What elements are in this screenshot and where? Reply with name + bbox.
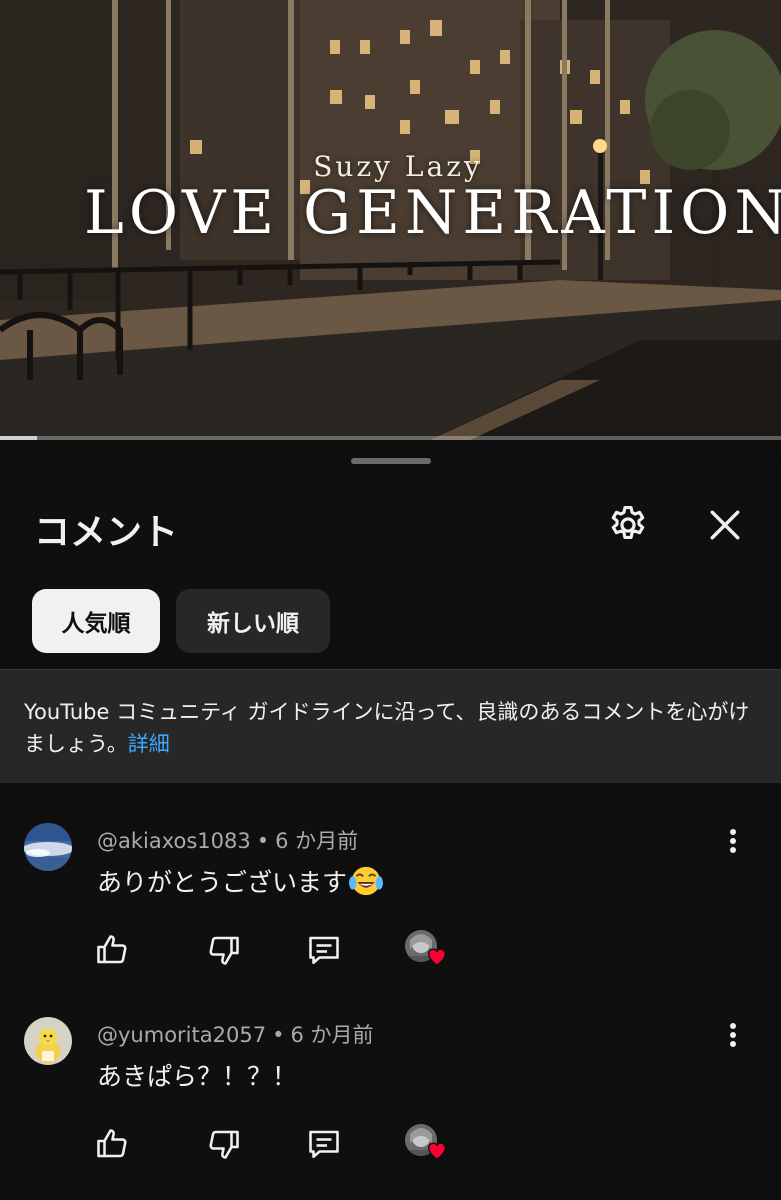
comment-body: ありがとうございます bbox=[97, 868, 348, 897]
community-guideline-notice: YouTube コミュニティ ガイドラインに沿って、良識のあるコメントを心がけま… bbox=[0, 669, 781, 783]
video-progress-fill bbox=[0, 436, 38, 440]
comments-title: コメント bbox=[34, 512, 179, 553]
video-progress-bar[interactable] bbox=[0, 436, 781, 440]
sort-chip-newest[interactable]: 新しい順 bbox=[176, 589, 330, 653]
comment-more-button[interactable] bbox=[716, 1015, 750, 1055]
comment-author[interactable]: @yumorita2057 bbox=[97, 1023, 266, 1047]
heart-icon bbox=[428, 948, 446, 967]
comment-item: @yumorita2057 • 6 か月前 あきぱら？！？！ bbox=[0, 1007, 781, 1197]
avatar[interactable] bbox=[24, 1017, 72, 1065]
like-button[interactable] bbox=[87, 1119, 137, 1169]
more-vertical-icon bbox=[730, 1023, 736, 1047]
dislike-button[interactable] bbox=[199, 925, 249, 975]
more-vertical-icon bbox=[730, 829, 736, 853]
video-player[interactable]: Suzy Lazy LOVE GENERATION bbox=[0, 0, 781, 440]
comment-meta: @akiaxos1083 • 6 か月前 bbox=[97, 825, 358, 855]
comment-actions bbox=[0, 925, 781, 975]
settings-button[interactable] bbox=[600, 497, 656, 553]
comments-sheet: コメント 人気順 新しい順 YouTube コミュニティ ガイドラインに沿って、… bbox=[0, 441, 781, 1200]
like-button[interactable] bbox=[87, 925, 137, 975]
gear-icon bbox=[611, 506, 645, 540]
avatar-sky-image bbox=[24, 823, 72, 871]
video-title-overlay: LOVE GENERATION bbox=[84, 178, 781, 248]
heart-icon bbox=[428, 1142, 446, 1161]
reply-comment-icon bbox=[309, 1130, 339, 1159]
sort-chip-popular[interactable]: 人気順 bbox=[32, 589, 160, 653]
sheet-drag-handle[interactable] bbox=[351, 458, 431, 464]
comment-text: あきぱら？！？！ bbox=[97, 1057, 297, 1093]
comment-more-button[interactable] bbox=[716, 821, 750, 861]
thumbs-down-icon bbox=[209, 936, 239, 965]
creator-heart-badge bbox=[401, 928, 451, 974]
reply-button[interactable] bbox=[299, 925, 349, 975]
tears-of-joy-emoji-icon bbox=[349, 866, 384, 896]
comment-item: @akiaxos1083 • 6 か月前 ありがとうございます bbox=[0, 813, 781, 1003]
creator-heart-badge bbox=[401, 1122, 451, 1168]
close-icon bbox=[710, 510, 740, 540]
comment-author[interactable]: @akiaxos1083 bbox=[97, 829, 251, 853]
dislike-button[interactable] bbox=[199, 1119, 249, 1169]
meta-separator: • bbox=[272, 1023, 285, 1047]
comment-body: あきぱら？！？！ bbox=[97, 1062, 298, 1091]
comment-actions bbox=[0, 1119, 781, 1169]
avatar[interactable] bbox=[24, 823, 72, 871]
close-button[interactable] bbox=[697, 497, 753, 553]
avatar-chick-image bbox=[24, 1017, 72, 1065]
guideline-details-link[interactable]: 詳細 bbox=[128, 732, 170, 756]
reply-button[interactable] bbox=[299, 1119, 349, 1169]
meta-separator: • bbox=[256, 829, 270, 853]
comment-meta: @yumorita2057 • 6 か月前 bbox=[97, 1019, 374, 1049]
comment-time: 6 か月前 bbox=[290, 1023, 374, 1047]
comment-text: ありがとうございます bbox=[97, 863, 384, 899]
thumbs-down-icon bbox=[209, 1130, 239, 1159]
reply-comment-icon bbox=[309, 936, 339, 965]
thumbs-up-icon bbox=[97, 935, 127, 964]
thumbs-up-icon bbox=[97, 1129, 127, 1158]
comment-time: 6 か月前 bbox=[275, 829, 359, 853]
